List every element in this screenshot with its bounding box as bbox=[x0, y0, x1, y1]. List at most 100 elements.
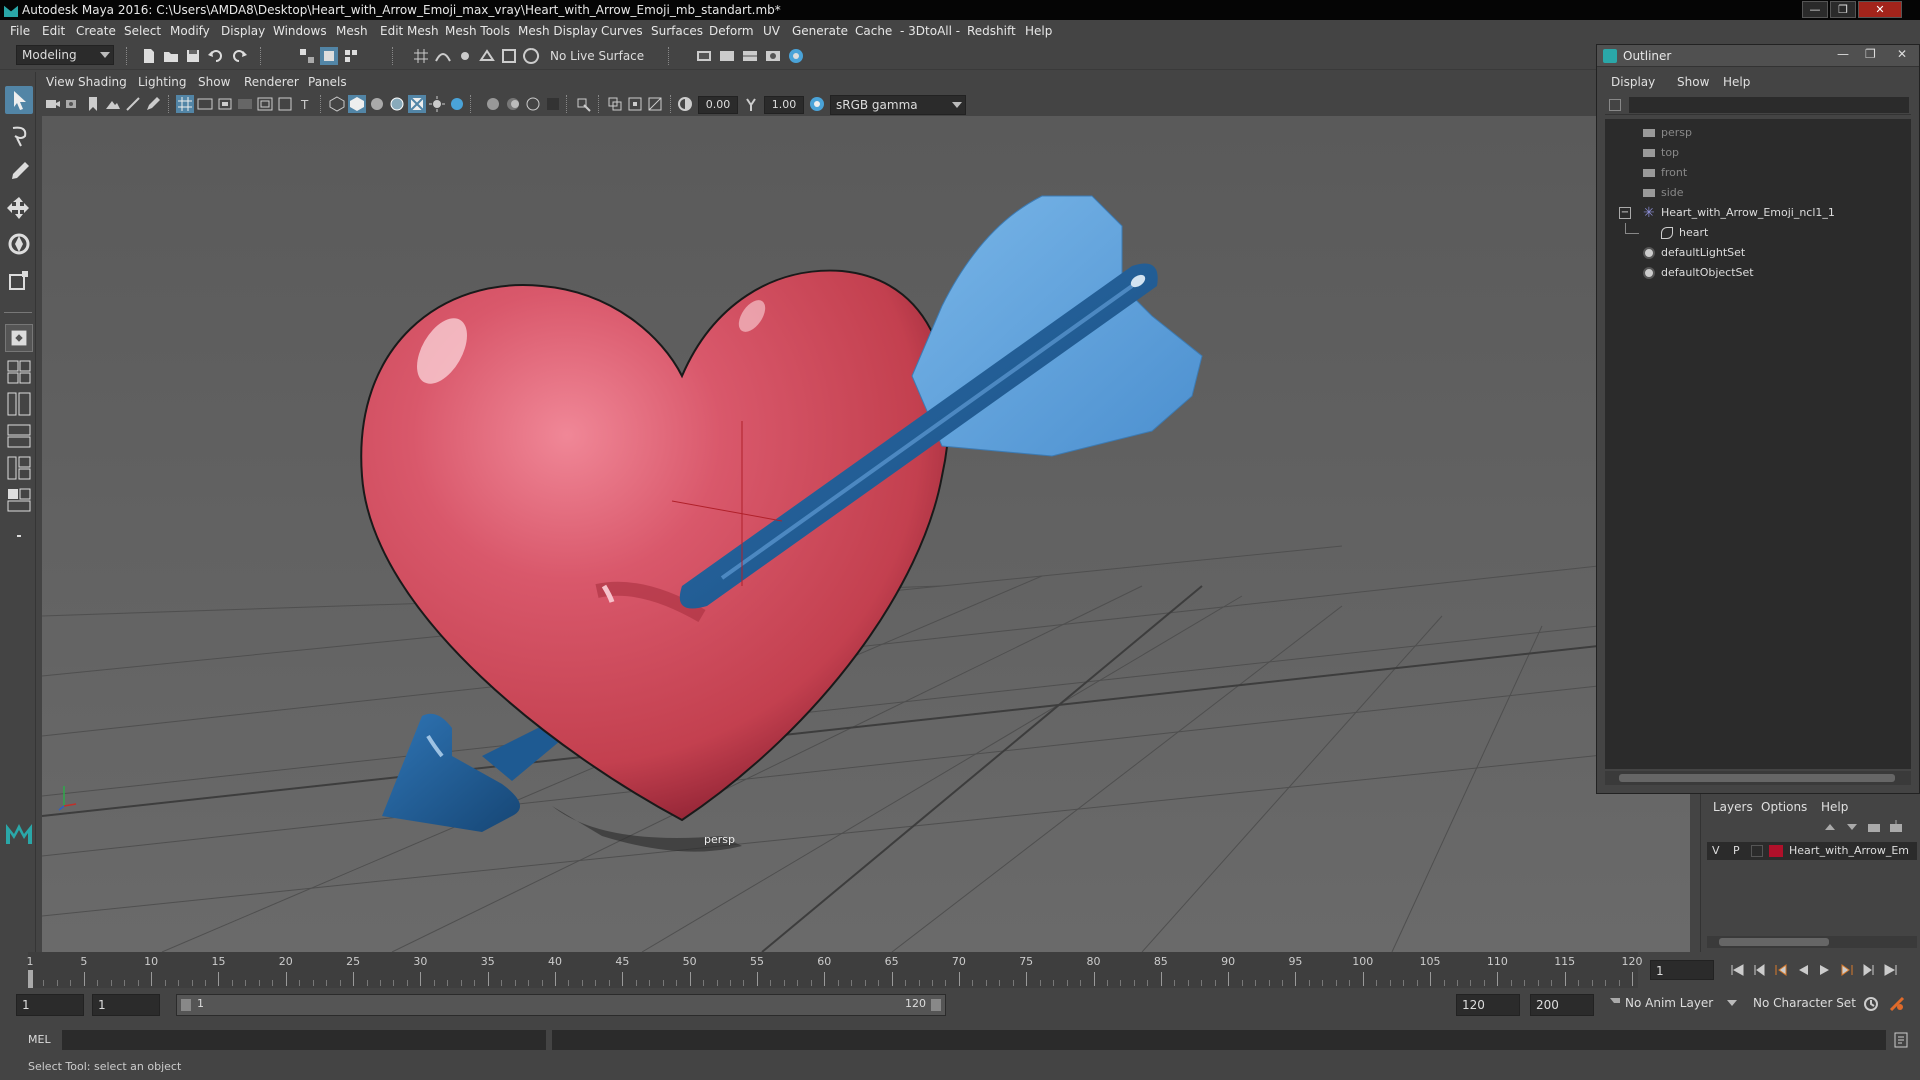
new-layer-icon[interactable] bbox=[1865, 818, 1883, 836]
two-d-pan-zoom-icon[interactable] bbox=[124, 95, 142, 113]
step-back-frame-icon[interactable] bbox=[1772, 961, 1790, 979]
panel-menu-panels[interactable]: Panels bbox=[308, 75, 347, 89]
default-material-icon[interactable] bbox=[368, 95, 386, 113]
outliner-item-front[interactable]: front bbox=[1605, 163, 1911, 183]
view-transform-dropdown[interactable]: sRGB gamma bbox=[830, 95, 966, 115]
shadows-icon[interactable] bbox=[448, 95, 466, 113]
menu-mesh[interactable]: Mesh bbox=[336, 24, 368, 38]
new-layer-from-selection-icon[interactable] bbox=[1887, 818, 1905, 836]
close-button[interactable]: ✕ bbox=[1858, 1, 1902, 18]
outliner-menu-display[interactable]: Display bbox=[1611, 75, 1655, 89]
panel-menu-lighting[interactable]: Lighting bbox=[138, 75, 187, 89]
menu-edit-mesh[interactable]: Edit Mesh bbox=[380, 24, 439, 38]
panel-menu-renderer[interactable]: Renderer bbox=[244, 75, 299, 89]
motion-blur-icon[interactable] bbox=[504, 95, 522, 113]
layer-row[interactable]: V P Heart_with_Arrow_Em bbox=[1707, 842, 1917, 860]
current-frame-field[interactable]: 1 bbox=[1650, 960, 1714, 980]
select-tool-icon[interactable] bbox=[5, 86, 33, 114]
menu-select[interactable]: Select bbox=[124, 24, 161, 38]
character-set-dropdown[interactable]: No Character Set bbox=[1748, 994, 1868, 1016]
menu-mesh-display[interactable]: Mesh Display bbox=[518, 24, 598, 38]
redo-icon[interactable] bbox=[230, 47, 248, 65]
menu-file[interactable]: File bbox=[10, 24, 30, 38]
bookmark-icon[interactable] bbox=[84, 95, 102, 113]
go-to-end-icon[interactable] bbox=[1882, 961, 1900, 979]
menu-generate[interactable]: Generate bbox=[792, 24, 848, 38]
snap-curve-icon[interactable] bbox=[434, 47, 452, 65]
grid-toggle-icon[interactable] bbox=[176, 95, 194, 113]
panel-menu-show[interactable]: Show bbox=[198, 75, 230, 89]
paint-select-tool-icon[interactable] bbox=[5, 158, 33, 186]
time-ruler[interactable]: 1 5 10 15 20 25 30 35 40 45 50 55 60 65 70 75 80 85 90 95 10… bbox=[27, 952, 1643, 988]
layer-display-type[interactable] bbox=[1751, 845, 1763, 857]
smooth-shade-icon[interactable] bbox=[348, 95, 366, 113]
outliner-item-persp[interactable]: persp bbox=[1605, 123, 1911, 143]
outliner-close-button[interactable]: ✕ bbox=[1897, 47, 1907, 61]
select-hierarchy-icon[interactable] bbox=[298, 47, 316, 65]
layer-visibility-toggle[interactable]: V bbox=[1712, 844, 1720, 857]
step-back-key-icon[interactable] bbox=[1750, 961, 1768, 979]
range-bar[interactable]: 1 120 bbox=[176, 994, 946, 1016]
depth-of-field-icon[interactable] bbox=[544, 95, 562, 113]
script-editor-icon[interactable] bbox=[1892, 1031, 1910, 1049]
menu-surfaces[interactable]: Surfaces bbox=[651, 24, 703, 38]
minimize-button[interactable]: — bbox=[1802, 1, 1828, 18]
film-gate-icon[interactable] bbox=[196, 95, 214, 113]
panel-menu-view[interactable]: View bbox=[46, 75, 74, 89]
menu-modify[interactable]: Modify bbox=[170, 24, 210, 38]
xray-icon[interactable] bbox=[606, 95, 624, 113]
render-settings-icon[interactable] bbox=[695, 47, 713, 65]
lasso-tool-icon[interactable] bbox=[5, 122, 33, 150]
undo-icon[interactable] bbox=[207, 47, 225, 65]
select-camera-icon[interactable] bbox=[44, 95, 62, 113]
image-plane-icon[interactable] bbox=[104, 95, 122, 113]
range-start-handle[interactable] bbox=[181, 999, 191, 1011]
playback-start-field[interactable]: 1 bbox=[92, 994, 160, 1016]
use-all-lights-icon[interactable] bbox=[428, 95, 446, 113]
scale-tool-icon[interactable] bbox=[5, 266, 33, 294]
move-layer-down-icon[interactable] bbox=[1843, 818, 1861, 836]
play-backward-icon[interactable] bbox=[1794, 961, 1812, 979]
outliner-item-group[interactable]: − ✳ Heart_with_Arrow_Emoji_ncl1_1 bbox=[1605, 203, 1911, 223]
step-forward-key-icon[interactable] bbox=[1860, 961, 1878, 979]
menu-edit[interactable]: Edit bbox=[42, 24, 65, 38]
menu-windows[interactable]: Windows bbox=[273, 24, 327, 38]
gamma-icon[interactable] bbox=[742, 95, 760, 113]
layer-name[interactable]: Heart_with_Arrow_Em bbox=[1789, 844, 1909, 857]
snap-point-icon[interactable] bbox=[456, 47, 474, 65]
layer-color-swatch[interactable] bbox=[1769, 845, 1783, 857]
snap-surface-icon[interactable] bbox=[500, 47, 518, 65]
persp-graph-layout-icon[interactable] bbox=[5, 422, 33, 450]
color-management-icon[interactable] bbox=[808, 95, 826, 113]
outliner-menu-help[interactable]: Help bbox=[1723, 75, 1750, 89]
outliner-search-input[interactable] bbox=[1629, 97, 1909, 113]
exposure-field[interactable]: 0.00 bbox=[698, 96, 738, 114]
go-to-start-icon[interactable] bbox=[1728, 961, 1746, 979]
collapse-toggle-icon[interactable]: − bbox=[1619, 207, 1631, 219]
move-tool-icon[interactable] bbox=[5, 194, 33, 222]
outliner-item-default-object-set[interactable]: defaultObjectSet bbox=[1605, 263, 1911, 283]
menu-uv[interactable]: UV bbox=[763, 24, 780, 38]
menu-mesh-tools[interactable]: Mesh Tools bbox=[445, 24, 510, 38]
snap-grid-icon[interactable] bbox=[412, 47, 430, 65]
scrollbar-thumb[interactable] bbox=[1719, 938, 1829, 946]
layers-menu-help[interactable]: Help bbox=[1821, 800, 1848, 814]
uv-editor-layout-icon[interactable] bbox=[5, 486, 33, 514]
panel-menu-shading[interactable]: Shading bbox=[78, 75, 127, 89]
current-time-indicator[interactable] bbox=[28, 970, 33, 988]
xray-joints-icon[interactable] bbox=[646, 95, 664, 113]
screen-space-ao-icon[interactable] bbox=[484, 95, 502, 113]
exposure-icon[interactable] bbox=[676, 95, 694, 113]
render-view-icon[interactable] bbox=[764, 47, 782, 65]
layer-playback-toggle[interactable]: P bbox=[1733, 844, 1740, 857]
gate-mask-icon[interactable] bbox=[236, 95, 254, 113]
menu-help[interactable]: Help bbox=[1025, 24, 1052, 38]
perspective-viewport[interactable]: persp bbox=[42, 116, 1690, 952]
step-forward-frame-icon[interactable] bbox=[1838, 961, 1856, 979]
menu-curves[interactable]: Curves bbox=[601, 24, 643, 38]
redshift-icon[interactable] bbox=[787, 47, 805, 65]
menu-set-dropdown[interactable]: Modeling bbox=[16, 45, 114, 65]
select-object-icon[interactable] bbox=[320, 47, 338, 65]
gamma-field[interactable]: 1.00 bbox=[764, 96, 804, 114]
wireframe-icon[interactable] bbox=[328, 95, 346, 113]
